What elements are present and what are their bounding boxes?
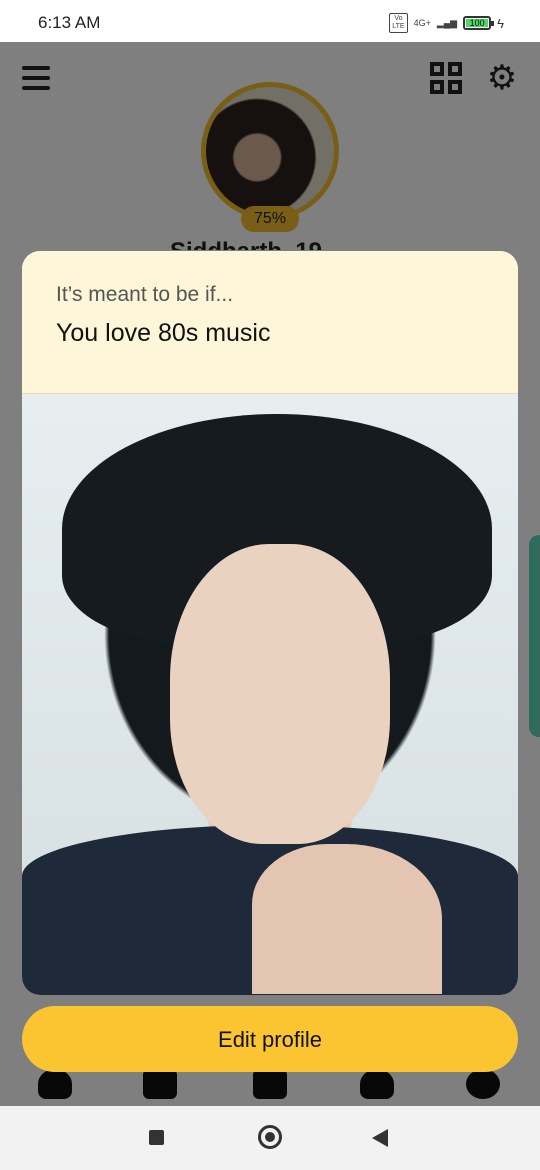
system-nav-bar bbox=[0, 1106, 540, 1170]
card-header: It’s meant to be if... You love 80s musi… bbox=[22, 251, 518, 394]
status-time: 6:13 AM bbox=[38, 13, 101, 32]
battery-level: 100 bbox=[466, 19, 489, 28]
profile-photo bbox=[22, 394, 518, 995]
prompt-card: It’s meant to be if... You love 80s musi… bbox=[22, 251, 518, 995]
card-title: You love 80s music bbox=[56, 319, 271, 347]
battery-icon: 100 bbox=[463, 16, 495, 30]
charging-icon: ϟ bbox=[497, 15, 504, 31]
edit-profile-button[interactable]: Edit profile bbox=[22, 1006, 518, 1072]
signal-bars-icon: ▂▄▆ bbox=[436, 17, 458, 28]
side-panel-handle[interactable] bbox=[529, 535, 540, 737]
volte-icon: Vo LTE bbox=[389, 13, 408, 33]
card-subtitle: It’s meant to be if... bbox=[56, 283, 234, 306]
status-icons: Vo LTE 4G+ ▂▄▆ 100 ϟ bbox=[389, 13, 504, 33]
photo-hand bbox=[252, 844, 442, 994]
back-icon[interactable] bbox=[372, 1129, 388, 1147]
signal-icon: 4G+ bbox=[413, 18, 431, 28]
status-bar: 6:13 AM Vo LTE 4G+ ▂▄▆ 100 ϟ bbox=[0, 0, 540, 42]
recents-icon[interactable] bbox=[149, 1130, 164, 1145]
photo-face bbox=[170, 544, 390, 844]
home-icon[interactable] bbox=[258, 1125, 282, 1149]
